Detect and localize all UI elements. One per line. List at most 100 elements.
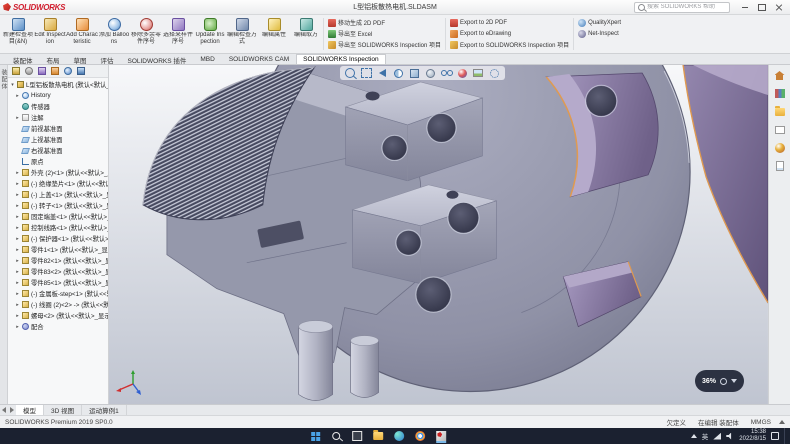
manager-tab[interactable]: [75, 66, 86, 76]
heads-up-button[interactable]: [376, 67, 389, 79]
expander-icon[interactable]: ▸: [15, 93, 20, 99]
expander-icon[interactable]: ▸: [15, 214, 20, 220]
ribbon-button[interactable]: 编辑检查方式: [226, 16, 258, 52]
expander-icon[interactable]: ▸: [15, 247, 20, 253]
expander-icon[interactable]: ▸: [15, 313, 20, 319]
disc-hole-top[interactable]: [585, 85, 617, 117]
tree-item[interactable]: 传感器: [8, 101, 108, 112]
tree-item[interactable]: ▸ (-) 保护器<1> (默认<<默认>_显示状态 1>): [8, 233, 108, 244]
tree-item[interactable]: ▸ 零件83<2> (默认<<默认>_显示状态 1>): [8, 266, 108, 277]
heads-up-button[interactable]: [488, 67, 501, 79]
tree-item[interactable]: 前视基准面: [8, 123, 108, 134]
scroll-right-icon[interactable]: [8, 405, 16, 415]
task-pane-tab[interactable]: [773, 159, 787, 172]
network-icon[interactable]: [713, 433, 721, 440]
tree-item[interactable]: ▸ 控制线路<1> (默认<<默认>_显示状态 1>): [8, 222, 108, 233]
ribbon-menu-item[interactable]: Export to eDrawing: [450, 29, 569, 38]
ribbon-button[interactable]: 选择采样件序号: [162, 16, 194, 52]
expander-icon[interactable]: ▸: [15, 181, 20, 187]
manager-tab[interactable]: [10, 66, 21, 76]
status-item[interactable]: MMGS: [751, 419, 771, 426]
document-tab[interactable]: 运动算例1: [82, 405, 127, 415]
command-tab[interactable]: MBD: [193, 54, 221, 64]
command-tab[interactable]: 评估: [94, 54, 121, 64]
ribbon-menu-item[interactable]: Net-Inspect: [578, 29, 621, 38]
task-view-icon[interactable]: [350, 429, 364, 443]
notification-icon[interactable]: [771, 432, 779, 440]
ribbon-menu-item[interactable]: 导出至 SOLIDWORKS Inspection 项目: [328, 40, 441, 49]
manager-tab[interactable]: [36, 66, 47, 76]
tree-item[interactable]: ▸ 螺母<2> (默认<<默认>_显示状态-1>): [8, 310, 108, 321]
heads-up-button[interactable]: [344, 67, 357, 79]
expander-icon[interactable]: ▸: [15, 269, 20, 275]
ribbon-menu-item[interactable]: Export to SOLIDWORKS Inspection 项目: [450, 40, 569, 49]
ribbon-menu-item[interactable]: 导出至 Excel: [328, 29, 441, 38]
search-input[interactable]: [647, 4, 726, 10]
file-explorer-icon[interactable]: [371, 429, 385, 443]
heads-up-button[interactable]: [424, 67, 437, 79]
tree-item[interactable]: ▸ (-) 转子<1> (默认<<默认>_显示状态 1>): [8, 200, 108, 211]
tree-item[interactable]: ▸ (-) 绝缘垫片<1> (默认<<默认>_显示状态 1>): [8, 178, 108, 189]
status-item[interactable]: 在编辑 装配体: [698, 417, 739, 427]
heads-up-button[interactable]: [360, 67, 373, 79]
tree-item[interactable]: ▸ 配合: [8, 321, 108, 332]
expander-icon[interactable]: ▸: [15, 302, 20, 308]
search-icon[interactable]: [329, 429, 343, 443]
ribbon-menu-item[interactable]: QualityXpert: [578, 18, 621, 27]
command-tab[interactable]: 装配体: [6, 54, 40, 64]
ribbon-button[interactable]: 编辑属性: [258, 16, 290, 52]
heads-up-button[interactable]: [456, 67, 469, 79]
tree-item[interactable]: ▸ (-) 上盖<1> (默认<<默认>_显示状态 1>): [8, 189, 108, 200]
ribbon-menu-item[interactable]: Export to 2D PDF: [450, 18, 569, 27]
collapsed-panel-tab[interactable]: 装配体: [0, 65, 8, 404]
3d-model-scene[interactable]: [109, 65, 768, 404]
tree-item[interactable]: ▸ History: [8, 90, 108, 101]
show-desktop-button[interactable]: [784, 428, 787, 444]
document-tab[interactable]: 3D 视图: [44, 405, 82, 415]
task-pane-tab[interactable]: [773, 123, 787, 136]
expander-icon[interactable]: ▸: [15, 115, 20, 121]
ribbon-menu-item[interactable]: 移动生成 2D PDF: [328, 18, 441, 27]
heads-up-button[interactable]: [440, 67, 453, 79]
tree-item[interactable]: ▸ 注解: [8, 112, 108, 123]
tree-item[interactable]: ▸ (-) 金属板-step<1> (默认<<默认>_显示状态 1>): [8, 288, 108, 299]
tree-item[interactable]: ▸ 固定端盖<1> (默认<<默认>_显示状态 1>): [8, 211, 108, 222]
disc-hole-bottom[interactable]: [416, 277, 452, 313]
status-expand-icon[interactable]: [779, 420, 785, 424]
maximize-button[interactable]: [753, 1, 770, 14]
expander-icon[interactable]: ▸: [15, 225, 20, 231]
tree-item[interactable]: ▸ 零件82<1> (默认<<默认>_显示状态 1>): [8, 255, 108, 266]
command-tab[interactable]: SOLIDWORKS CAM: [222, 54, 296, 64]
heads-up-button[interactable]: [392, 67, 405, 79]
expander-icon[interactable]: ▸: [15, 324, 20, 330]
ribbon-button[interactable]: 编辑取方: [290, 16, 322, 52]
ribbon-button[interactable]: 新建检查项目(&N): [2, 16, 34, 52]
task-pane-tab[interactable]: [773, 69, 787, 82]
heads-up-button[interactable]: [408, 67, 421, 79]
ribbon-button[interactable]: 添加 Balloons: [98, 16, 130, 52]
edge-icon[interactable]: [392, 429, 406, 443]
expander-icon[interactable]: ▸: [15, 280, 20, 286]
task-pane-tab[interactable]: [773, 141, 787, 154]
command-tab[interactable]: SOLIDWORKS 插件: [121, 54, 194, 64]
tree-item[interactable]: 原点: [8, 156, 108, 167]
ribbon-button[interactable]: Edit Inspection: [34, 16, 66, 52]
document-tab[interactable]: 模型: [16, 405, 44, 415]
expander-icon[interactable]: ▸: [15, 203, 20, 209]
tree-item[interactable]: ▸ 零件1<1> (默认<<默认>_显示状态-1>): [8, 244, 108, 255]
tree-item[interactable]: ▸ (-) 线圈 (2)<2> -> (默认<<默认>_显示状态 1>): [8, 299, 108, 310]
start-icon[interactable]: [308, 429, 322, 443]
heads-up-button[interactable]: [472, 67, 485, 79]
tree-item[interactable]: 右视基准面: [8, 145, 108, 156]
solidworks-logo[interactable]: SOLIDWORKS: [3, 3, 65, 12]
expander-icon[interactable]: ▸: [15, 236, 20, 242]
expander-icon[interactable]: ▸: [15, 291, 20, 297]
expander-icon[interactable]: ▸: [15, 258, 20, 264]
tree-root-item[interactable]: ▾ L型铝板散热电机 (默认<默认_显示状态-1>): [8, 79, 108, 90]
command-tab[interactable]: 草图: [67, 54, 94, 64]
command-tab[interactable]: 布局: [40, 54, 67, 64]
expander-icon[interactable]: ▸: [15, 170, 20, 176]
help-search-box[interactable]: [634, 2, 730, 13]
tree-item[interactable]: ▸ 零件85<1> (默认<<默认>_显示状态 1>): [8, 277, 108, 288]
task-pane-tab[interactable]: [773, 87, 787, 100]
